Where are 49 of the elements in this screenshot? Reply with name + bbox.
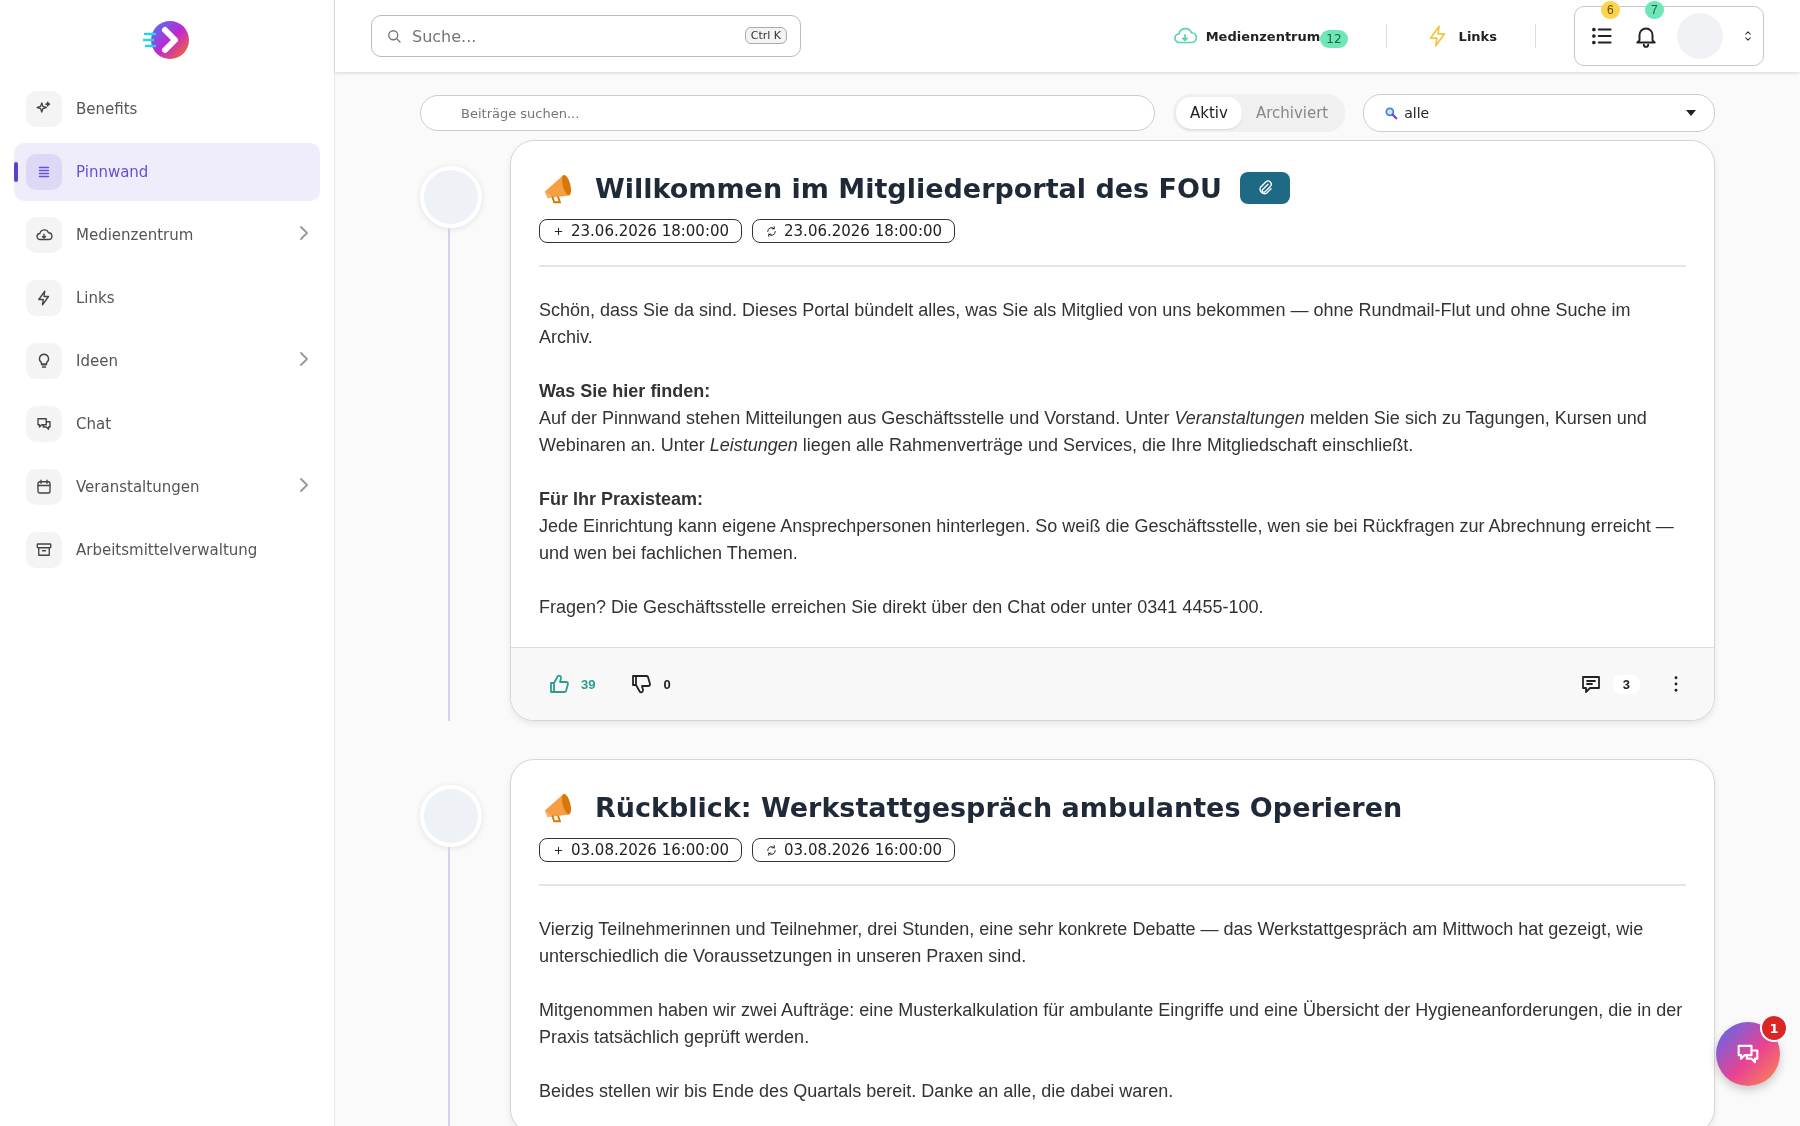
sidebar-item[interactable]: Arbeitsmittelverwaltung — [14, 521, 320, 579]
thumbs-up-icon — [547, 672, 571, 696]
timeline-dot — [420, 166, 482, 228]
refresh-icon — [765, 224, 779, 238]
archive-box-icon — [35, 541, 53, 559]
dislike-button[interactable]: 0 — [629, 672, 671, 696]
sidebar-item[interactable]: Medienzentrum — [14, 206, 320, 264]
timeline-dot — [420, 785, 482, 847]
chat-bubbles-icon — [35, 415, 53, 433]
sidebar-item[interactable]: Pinnwand — [14, 143, 320, 201]
paragraph: Beides stellen wir bis Ende des Quartals bereit. Danke an alle, die dabei waren. — [539, 1080, 1175, 1103]
paragraph: Schön, dass Sie da sind. Dieses Portal bündelt alles, was Sie als Mitglied von uns bekommen — ohne Rundmail-Flut und ohne Suche im Archiv. — [539, 299, 1632, 349]
count-badge: 6 — [1601, 1, 1620, 19]
paragraph: Mitgenommen haben wir zwei Aufträge: eine Musterkalkulation für ambulante Eingriffe und eine Übersicht der Hygieneanforderungen, die in der Praxis tatsächlich geprüft werden. — [539, 999, 1684, 1049]
post-title: Rückblick: Werkstattgespräch ambulantes Operieren — [595, 791, 1403, 823]
paragraph: Auf der Pinnwand stehen Mitteilungen aus Geschäftsstelle und Vorstand. Unter Veranstaltungen melden Sie sich zu Tagungen, Kursen und Webinaren an. Unter Leistungen liegen alle Rahmenverträge und Services, die Ihre Mitgliedschaft einschließt. — [539, 407, 1648, 457]
paragraph: Jede Einrichtung kann eigene Ansprechpersonen hinterlegen. So weiß die Geschäftsstelle, wen sie bei Rückfragen zur Abrechnung erreicht — und wen bei fachlichen Themen. — [539, 515, 1675, 565]
paragraph: Vierzig Teilnehmerinnen und Teilnehmer, drei Stunden, eine sehr konkrete Debatte — das Werkstattgespräch am Mittwoch hat gezeigt, wie unterschiedlich die Voraussetzungen in unseren Praxen sind. — [539, 918, 1645, 968]
header-link[interactable]: Medienzentrum 12 — [1171, 23, 1348, 49]
paragraph-heading: Was Sie hier finden: — [539, 380, 712, 403]
created-date: 23.06.2026 18:00:00 — [539, 219, 743, 243]
header-link[interactable]: Links — [1424, 23, 1497, 49]
updated-date: 23.06.2026 18:00:00 — [752, 219, 956, 243]
logo-icon — [143, 18, 191, 62]
category-select[interactable]: alle — [1363, 94, 1715, 132]
sidebar-item[interactable]: Benefits — [14, 80, 320, 138]
count-badge: 12 — [1320, 30, 1348, 48]
paragraph-heading: Für Ihr Praxisteam: — [539, 488, 705, 511]
sidebar-item[interactable]: Chat — [14, 395, 320, 453]
calendar-icon — [35, 478, 53, 496]
sidebar-item[interactable]: Ideen — [14, 332, 320, 390]
status-tab[interactable]: Aktiv — [1176, 97, 1242, 129]
more-button[interactable] — [1674, 676, 1678, 692]
updated-date: 03.08.2026 16:00:00 — [752, 838, 956, 862]
attachment-button[interactable] — [1239, 172, 1290, 204]
more-vertical-icon — [1674, 676, 1678, 692]
sidebar-item[interactable]: Links — [14, 269, 320, 327]
caret-icon — [1686, 110, 1696, 116]
post-title: Willkommen im Mitgliederportal des FOU — [595, 172, 1222, 204]
sidebar-item[interactable]: Veranstaltungen — [14, 458, 320, 516]
shortcut-hint: Ctrl K — [744, 27, 787, 44]
refresh-icon — [765, 843, 779, 857]
paragraph: Fragen? Die Geschäftsstelle erreichen Sie direkt über den Chat oder unter 0341 4455-100. — [539, 596, 1265, 619]
post-search-field[interactable]: Beiträge suchen... — [420, 95, 1155, 131]
comments-button[interactable]: 3 — [1578, 672, 1640, 696]
thumbs-down-icon — [629, 672, 654, 696]
created-date: 03.08.2026 16:00:00 — [539, 838, 743, 862]
count-badge: 7 — [1645, 1, 1664, 19]
magnifier-icon — [1384, 106, 1399, 120]
